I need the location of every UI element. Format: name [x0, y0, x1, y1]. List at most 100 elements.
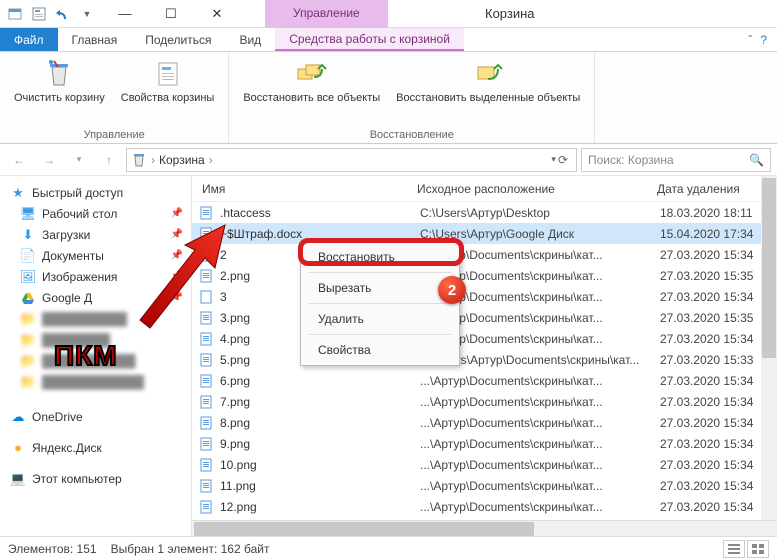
sidebar-item-label: ████████████ [42, 375, 144, 389]
file-name: 8.png [220, 416, 420, 430]
tab-file[interactable]: Файл [0, 28, 58, 51]
file-name: 6.png [220, 374, 420, 388]
file-icon [198, 226, 214, 242]
ctx-delete[interactable]: Удалить [302, 307, 458, 331]
sidebar-item-folder[interactable]: 📁 ██████████ [0, 308, 191, 329]
breadcrumb-item[interactable]: Корзина [159, 153, 205, 167]
ribbon-group-restore: Восстановить все объекты Восстановить вы… [229, 52, 595, 143]
sidebar-item-folder[interactable]: 📁 ████████████ [0, 371, 191, 392]
undo-qat-icon[interactable] [52, 3, 74, 25]
ctx-properties[interactable]: Свойства [302, 338, 458, 362]
file-icon [198, 268, 214, 284]
restore-all-button[interactable]: Восстановить все объекты [237, 56, 386, 127]
status-bar: Элементов: 151 Выбран 1 элемент: 162 бай… [0, 536, 777, 560]
file-date: 15.04.2020 17:34 [650, 227, 777, 241]
file-row[interactable]: 6.png...\Артур\Documents\скрины\кат...27… [192, 370, 777, 391]
file-location: C:\Users\Артур\Google Диск [420, 227, 650, 241]
qat-dropdown-icon[interactable]: ▼ [76, 3, 98, 25]
quick-access-header[interactable]: ★ Быстрый доступ [0, 182, 191, 203]
system-menu-icon[interactable] [4, 3, 26, 25]
nav-up-button[interactable]: ↑ [96, 147, 122, 173]
col-header-name[interactable]: Имя [192, 182, 417, 196]
file-name: 9.png [220, 437, 420, 451]
file-row[interactable]: 5.pngC:\Users\Артур\Documents\скрины\кат… [192, 349, 777, 370]
file-row[interactable]: 11.png...\Артур\Documents\скрины\кат...2… [192, 475, 777, 496]
file-row[interactable]: ~$Штраф.docxC:\Users\Артур\Google Диск15… [192, 223, 777, 244]
tab-home[interactable]: Главная [58, 28, 132, 51]
file-date: 27.03.2020 15:34 [650, 290, 777, 304]
folder-icon: 📁 [20, 353, 36, 369]
file-row[interactable]: 3.png...\Артур\Documents\скрины\кат...27… [192, 307, 777, 328]
ribbon-tabs: Файл Главная Поделиться Вид Средства раб… [0, 28, 777, 52]
pin-icon: 📌 [171, 292, 183, 303]
nav-recent-dropdown[interactable]: ▾ [66, 147, 92, 173]
file-row[interactable]: 9.png...\Артур\Documents\скрины\кат...27… [192, 433, 777, 454]
file-row[interactable]: 4.png...\Артур\Documents\скрины\кат...27… [192, 328, 777, 349]
refresh-icon[interactable]: ⟳ [558, 153, 568, 167]
downloads-icon: ⬇ [20, 227, 36, 243]
file-row[interactable]: 12.png...\Артур\Documents\скрины\кат...2… [192, 496, 777, 517]
sidebar-item-label: OneDrive [32, 410, 83, 424]
col-header-date[interactable]: Дата удаления [647, 182, 777, 196]
nav-forward-button[interactable]: → [36, 147, 62, 173]
minimize-button[interactable]: — [102, 0, 148, 28]
file-row[interactable]: 2...\Артур\Documents\скрины\кат...27.03.… [192, 244, 777, 265]
file-row[interactable]: 8.png...\Артур\Documents\скрины\кат...27… [192, 412, 777, 433]
sidebar-item-documents[interactable]: 📄 Документы 📌 [0, 245, 191, 266]
col-header-location[interactable]: Исходное расположение [417, 182, 647, 196]
sidebar-item-desktop[interactable]: 🖥 Рабочий стол 📌 [0, 203, 191, 224]
ctx-restore[interactable]: Восстановить [302, 245, 458, 269]
search-input[interactable]: Поиск: Корзина 🔍 [581, 148, 771, 172]
file-row[interactable]: 7.png...\Артур\Documents\скрины\кат...27… [192, 391, 777, 412]
breadcrumb[interactable]: › Корзина › ▾ ⟳ [126, 148, 577, 172]
file-name: 10.png [220, 458, 420, 472]
restore-selected-icon [472, 58, 504, 90]
breadcrumb-dropdown-icon[interactable]: ▾ [551, 154, 556, 165]
file-date: 27.03.2020 15:34 [650, 437, 777, 451]
empty-recycle-button[interactable]: Очистить корзину [8, 56, 111, 127]
sidebar-item-downloads[interactable]: ⬇ Загрузки 📌 [0, 224, 191, 245]
sidebar-item-folder[interactable]: 📁 ███████████ [0, 350, 191, 371]
file-icon [198, 394, 214, 410]
help-icon[interactable]: ? [760, 33, 767, 47]
nav-back-button[interactable]: ← [6, 147, 32, 173]
file-icon [198, 247, 214, 263]
recycle-properties-button[interactable]: Свойства корзины [115, 56, 221, 127]
view-details-button[interactable] [723, 540, 745, 558]
maximize-button[interactable]: ☐ [148, 0, 194, 28]
view-icons-button[interactable] [747, 540, 769, 558]
file-row[interactable]: .htaccessC:\Users\Артур\Desktop18.03.202… [192, 202, 777, 223]
tab-view[interactable]: Вид [225, 28, 275, 51]
file-location: ...\Артур\Documents\скрины\кат... [420, 500, 650, 514]
computer-icon: 💻 [10, 471, 26, 487]
tab-recycle-tools[interactable]: Средства работы с корзиной [275, 28, 464, 51]
sidebar-item-googledrive[interactable]: Google Д 📌 [0, 287, 191, 308]
pictures-icon: 🖼 [20, 269, 36, 285]
sidebar-item-onedrive[interactable]: ☁ OneDrive [0, 406, 191, 427]
column-headers[interactable]: Имя Исходное расположение Дата удаления [192, 176, 777, 202]
sidebar-item-folder[interactable]: 📁 ████████ [0, 329, 191, 350]
breadcrumb-separator: › [151, 153, 155, 167]
vertical-scrollbar[interactable] [761, 176, 777, 520]
file-row[interactable]: 10.png...\Артур\Documents\скрины\кат...2… [192, 454, 777, 475]
close-button[interactable]: ✕ [194, 0, 240, 28]
file-icon [198, 457, 214, 473]
tab-share[interactable]: Поделиться [131, 28, 225, 51]
restore-all-label: Восстановить все объекты [243, 92, 380, 105]
horizontal-scrollbar[interactable] [192, 520, 777, 536]
ctx-cut[interactable]: Вырезать [302, 276, 458, 300]
empty-recycle-label: Очистить корзину [14, 92, 105, 105]
file-date: 27.03.2020 15:34 [650, 458, 777, 472]
sidebar-item-thispc[interactable]: 💻 Этот компьютер [0, 468, 191, 489]
sidebar-item-pictures[interactable]: 🖼 Изображения 📌 [0, 266, 191, 287]
restore-selected-button[interactable]: Восстановить выделенные объекты [390, 56, 586, 127]
ribbon-group-manage-title: Управление [8, 127, 220, 141]
ribbon-collapse-icon[interactable]: ˆ [748, 33, 752, 47]
properties-qat-icon[interactable] [28, 3, 50, 25]
file-row[interactable]: 3...\Артур\Documents\скрины\кат...27.03.… [192, 286, 777, 307]
file-row[interactable]: 2.png...\Артур\Documents\скрины\кат...27… [192, 265, 777, 286]
file-date: 27.03.2020 15:34 [650, 500, 777, 514]
sidebar-item-yandexdisk[interactable]: ● Яндекс.Диск [0, 437, 191, 458]
restore-all-icon [296, 58, 328, 90]
title-bar: ▼ Управление Корзина — ☐ ✕ [0, 0, 777, 28]
